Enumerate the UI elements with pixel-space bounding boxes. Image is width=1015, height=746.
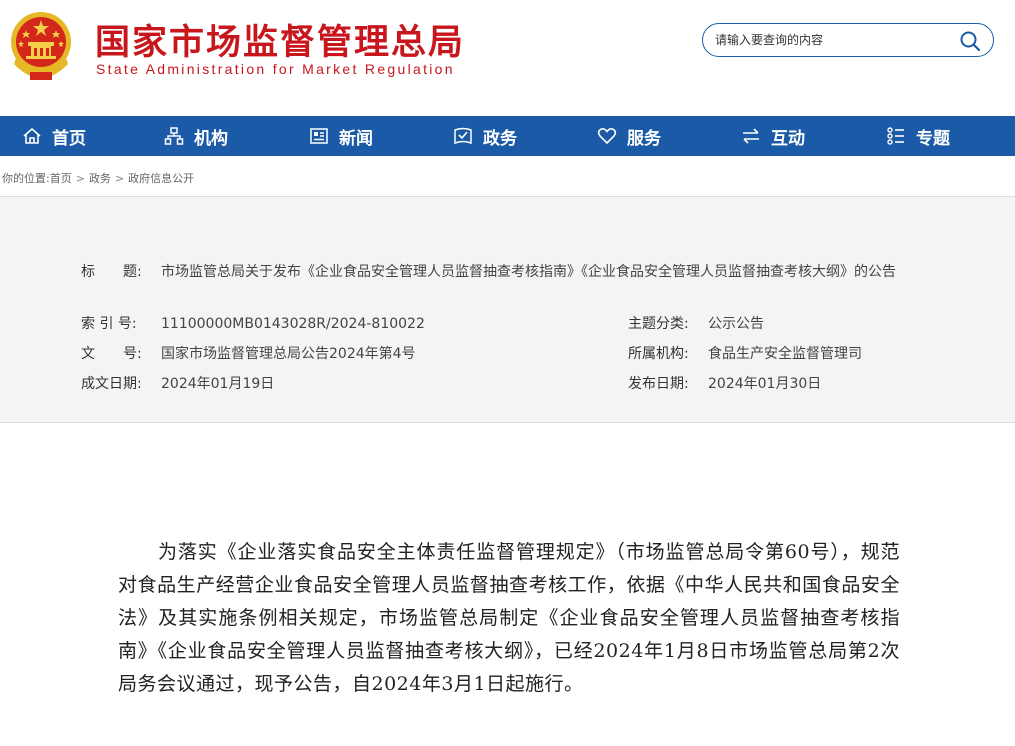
agency-value: 食品生产安全监督管理司 (708, 346, 862, 362)
nav-item-home[interactable]: 首页 (22, 116, 86, 156)
nav-item-label: 专题 (916, 128, 950, 149)
info-row-agency: 所属机构: 食品生产安全监督管理司 (628, 343, 862, 363)
topic-list-icon (887, 127, 904, 145)
home-icon (23, 127, 41, 144)
government-affairs-icon (454, 127, 472, 145)
category-label: 主题分类: (628, 316, 689, 332)
nav-item-interact[interactable]: 互动 (741, 116, 805, 156)
site-header: 国家市场监督管理总局 State Administration for Mark… (0, 0, 1015, 116)
info-row-docno: 文 号: 国家市场监督管理总局公告2024年第4号 (81, 343, 416, 363)
title-value: 市场监管总局关于发布《企业食品安全管理人员监督抽查考核指南》《企业食品安全管理人… (161, 264, 896, 280)
breadcrumb-link-info[interactable]: 政府信息公开 (128, 172, 194, 185)
breadcrumb-separator: > (114, 172, 125, 185)
document-info-box: 标 题: 市场监管总局关于发布《企业食品安全管理人员监督抽查考核指南》《企业食品… (0, 196, 1015, 423)
title-label: 标 题: (81, 264, 142, 280)
docno-label: 文 号: (81, 346, 142, 362)
info-row-created: 成文日期: 2024年01月19日 (81, 373, 274, 393)
nav-item-label: 首页 (52, 128, 86, 149)
exchange-arrows-icon (743, 128, 759, 144)
nav-item-label: 服务 (627, 128, 661, 149)
breadcrumb-separator: > (75, 172, 85, 185)
created-value: 2024年01月19日 (161, 376, 275, 392)
info-row-index: 索 引 号: 11100000MB0143028R/2024-810022 (81, 313, 425, 333)
agency-label: 所属机构: (628, 346, 689, 362)
article-body: 为落实《企业落实食品安全主体责任监督管理规定》（市场监管总局令第60号），规范对… (118, 541, 900, 695)
nav-item-label: 政务 (483, 128, 517, 149)
info-row-category: 主题分类: 公示公告 (628, 313, 764, 333)
published-value: 2024年01月30日 (708, 376, 822, 392)
nav-item-label: 机构 (194, 128, 228, 149)
created-label: 成文日期: (81, 376, 142, 392)
nav-item-label: 互动 (771, 128, 805, 149)
nav-item-gov[interactable]: 政务 (453, 116, 517, 156)
breadcrumb: 你的位置:首页 > 政务 > 政府信息公开 (2, 170, 194, 186)
docno-value: 国家市场监督管理总局公告2024年第4号 (161, 346, 416, 362)
search-input[interactable] (715, 30, 955, 50)
nav-item-label: 新闻 (339, 128, 373, 149)
index-value: 11100000MB0143028R/2024-810022 (161, 316, 425, 332)
news-icon (310, 128, 328, 144)
breadcrumb-prefix: 你的位置: (2, 172, 50, 185)
index-label: 索 引 号: (81, 316, 137, 332)
category-value: 公示公告 (708, 316, 764, 332)
site-title[interactable]: 国家市场监督管理总局 (95, 14, 465, 65)
national-emblem-icon[interactable] (6, 8, 76, 84)
search-icon[interactable] (959, 30, 981, 52)
breadcrumb-link-gov[interactable]: 政务 (89, 172, 111, 185)
site-subtitle: State Administration for Market Regulati… (96, 61, 455, 77)
main-nav: 首页 机构 新闻 政务 服务 互动 专题 (0, 116, 1015, 156)
org-chart-icon (164, 127, 184, 145)
breadcrumb-link-home[interactable]: 首页 (50, 172, 72, 185)
nav-item-topic[interactable]: 专题 (886, 116, 950, 156)
search-box (702, 23, 994, 57)
info-row-published: 发布日期: 2024年01月30日 (628, 373, 821, 393)
heart-icon (597, 128, 617, 145)
nav-item-news[interactable]: 新闻 (309, 116, 373, 156)
nav-item-org[interactable]: 机构 (164, 116, 228, 156)
published-label: 发布日期: (628, 376, 689, 392)
nav-item-service[interactable]: 服务 (597, 116, 661, 156)
